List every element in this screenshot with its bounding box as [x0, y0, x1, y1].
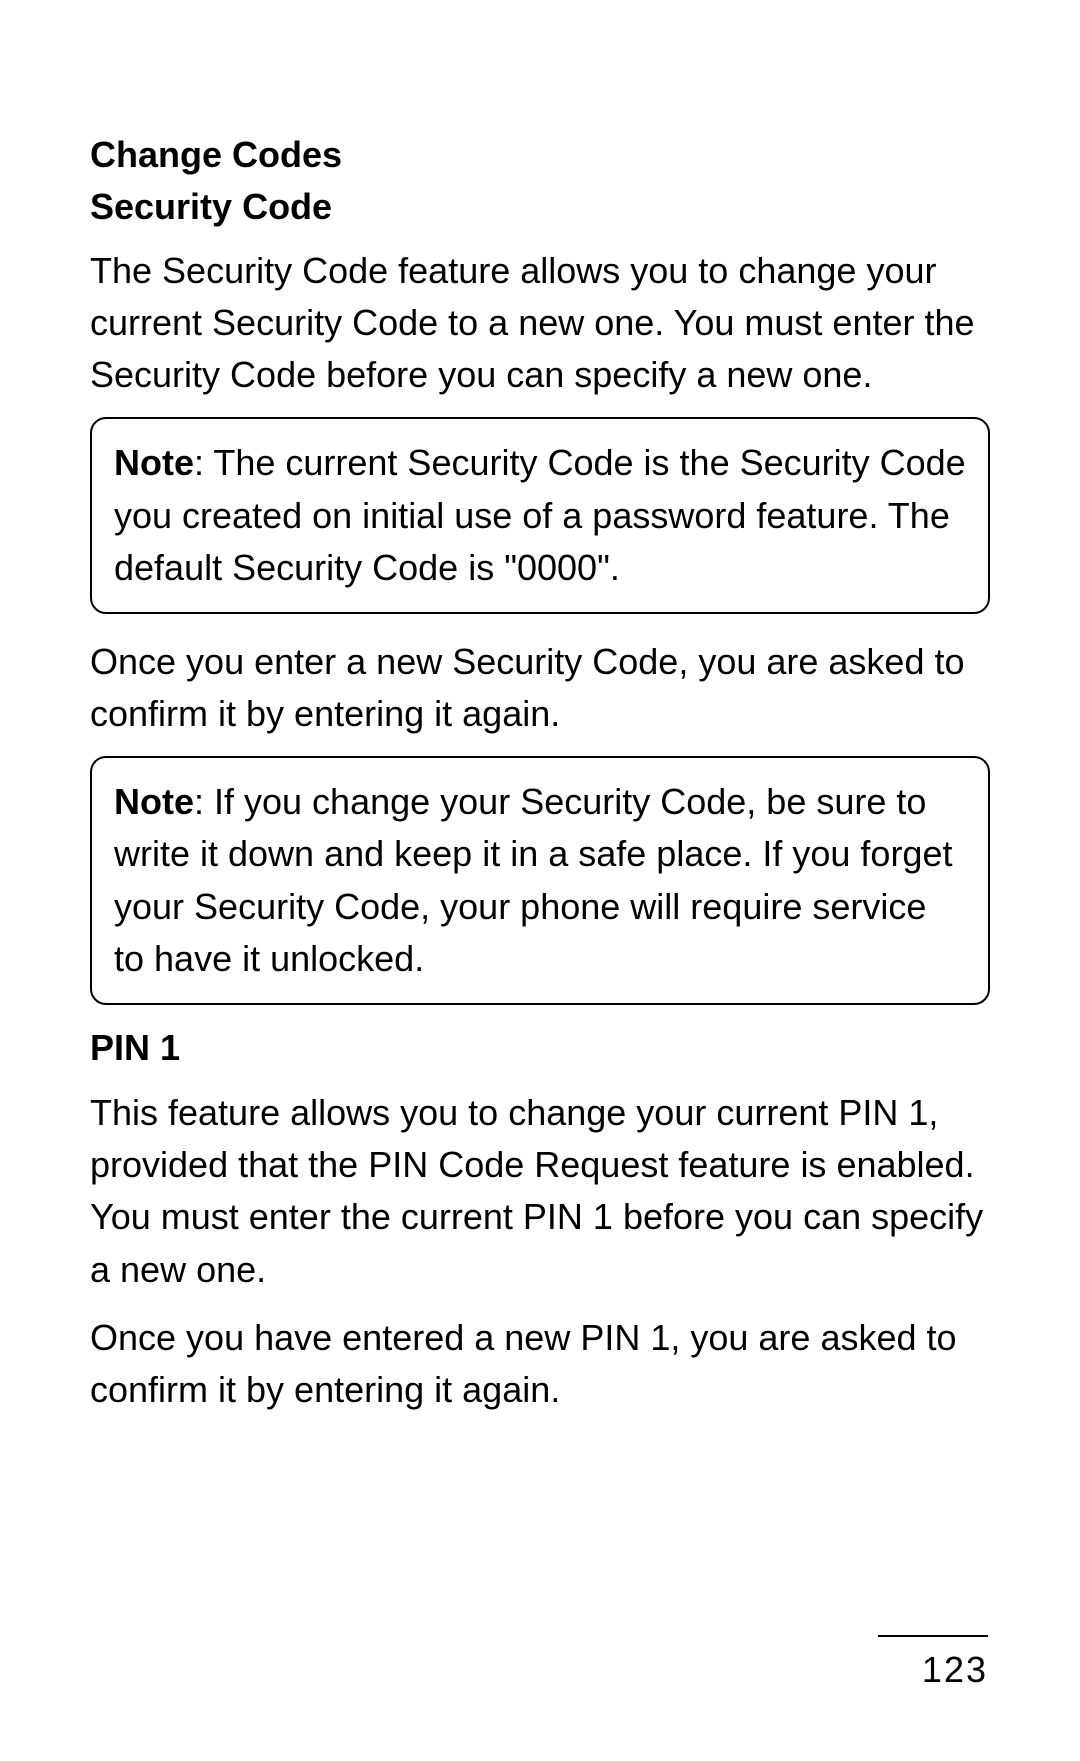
heading-pin1: PIN 1 — [90, 1027, 990, 1069]
page-number-rule — [878, 1635, 988, 1637]
note-box-1: Note: The current Security Code is the S… — [90, 417, 990, 614]
paragraph-pin1-intro: This feature allows you to change your c… — [90, 1087, 990, 1296]
note-box-2: Note: If you change your Security Code, … — [90, 756, 990, 1005]
note-1-text: : The current Security Code is the Secur… — [114, 442, 966, 587]
paragraph-security-confirm: Once you enter a new Security Code, you … — [90, 636, 990, 740]
document-page: Change Codes Security Code The Security … — [0, 0, 1080, 1416]
page-number: 123 — [878, 1649, 988, 1691]
paragraph-pin1-confirm: Once you have entered a new PIN 1, you a… — [90, 1312, 990, 1416]
heading-security-code: Security Code — [90, 182, 990, 232]
paragraph-security-intro: The Security Code feature allows you to … — [90, 245, 990, 402]
note-label: Note — [114, 442, 194, 483]
heading-change-codes: Change Codes — [90, 130, 990, 180]
note-2-text: : If you change your Security Code, be s… — [114, 781, 952, 979]
note-label: Note — [114, 781, 194, 822]
page-number-block: 123 — [878, 1635, 988, 1691]
